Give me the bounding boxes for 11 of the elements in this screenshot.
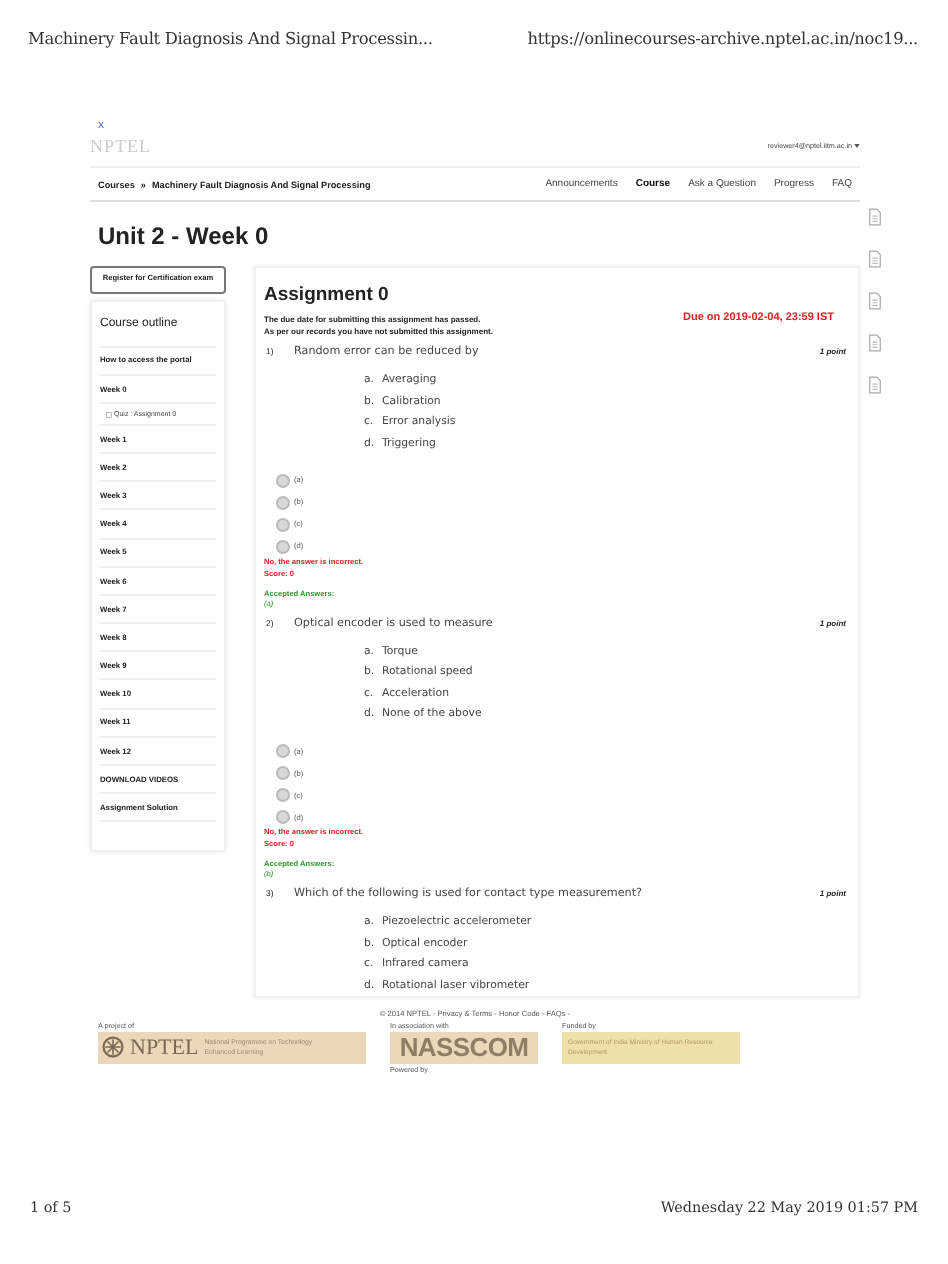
unit-heading: Unit 2 - Week 0 (98, 222, 269, 250)
document-icon (868, 292, 882, 310)
document-icon (868, 250, 882, 268)
page-title-header: Machinery Fault Diagnosis And Signal Processin... (28, 28, 433, 48)
document-icon (868, 208, 882, 226)
assignment-title: Assignment 0 (264, 284, 391, 306)
wheel-icon (102, 1036, 124, 1059)
page-url: https://onlinecourses-archive.nptel.ac.in/noc19... (527, 28, 918, 48)
caret-icon (854, 144, 860, 148)
document-icon (868, 376, 882, 394)
document-icon (868, 334, 882, 352)
